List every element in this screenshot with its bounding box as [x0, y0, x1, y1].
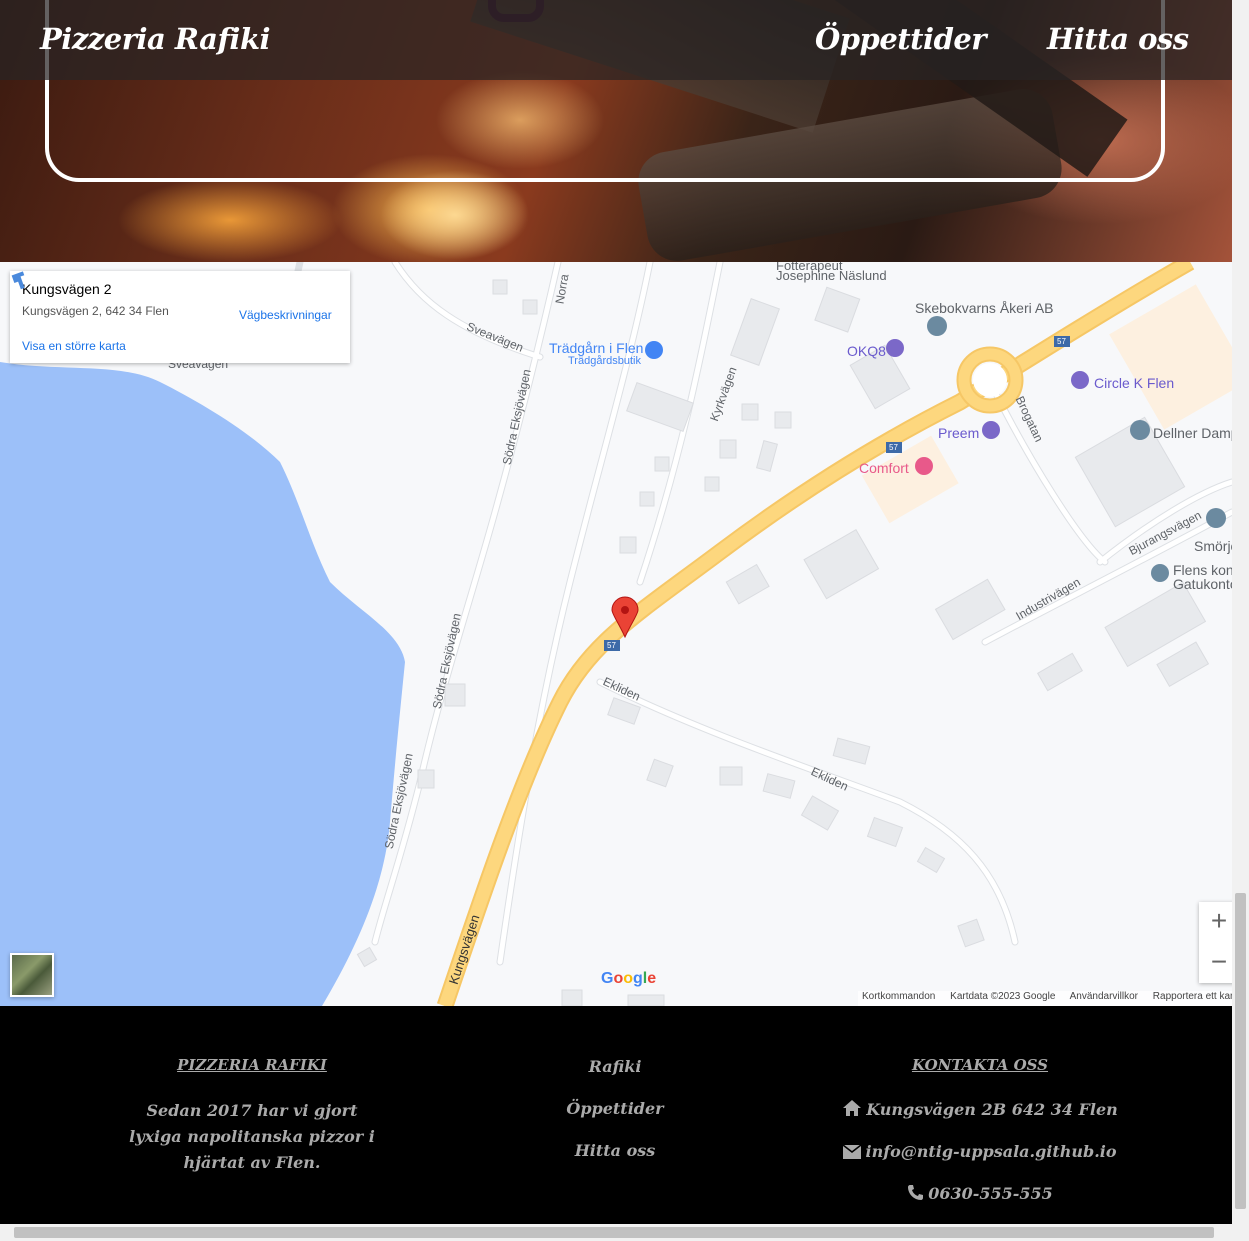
- map-canvas: [0, 262, 1232, 1006]
- footer-contact-column: KONTAKTA OSS Kungsvägen 2B 642 34 Flen i…: [830, 1056, 1130, 1206]
- poi-flens-sub: Gatukonto: [1173, 576, 1232, 592]
- place-address: Kungsvägen 2, 642 34 Flen: [22, 304, 169, 318]
- view-larger-map-link[interactable]: Visa en större karta: [22, 339, 126, 353]
- brand-logo-link[interactable]: Pizzeria Rafiki: [40, 22, 271, 56]
- footer-address-row: Kungsvägen 2B 642 34 Flen: [830, 1099, 1130, 1119]
- horizontal-scrollbar-thumb[interactable]: [14, 1227, 1214, 1238]
- map-info-card: Kungsvägen 2 Kungsvägen 2, 642 34 Flen V…: [10, 271, 350, 363]
- route-shield: 57: [1057, 337, 1066, 346]
- phone-icon: [908, 1185, 924, 1200]
- footer: PIZZERIA RAFIKI Sedan 2017 har vi gjort …: [0, 1006, 1232, 1224]
- footer-about-column: PIZZERIA RAFIKI Sedan 2017 har vi gjort …: [120, 1056, 384, 1176]
- footer-link-rafiki[interactable]: Rafiki: [515, 1057, 715, 1076]
- footer-phone-row: 0630-555-555: [830, 1184, 1130, 1203]
- keyboard-shortcuts-link[interactable]: Kortkommandon: [862, 991, 935, 1002]
- google-map[interactable]: Sveavägen Sveavägen Norra Södra Eksjöväg…: [0, 262, 1232, 1006]
- directions-link[interactable]: Vägbeskrivningar: [239, 308, 332, 322]
- terms-link[interactable]: Användarvillkor: [1070, 991, 1138, 1002]
- nav-link-oppettider[interactable]: Öppettider: [815, 22, 987, 56]
- google-logo: Google: [601, 970, 657, 987]
- footer-contact-title: KONTAKTA OSS: [911, 1056, 1049, 1074]
- vertical-scrollbar-thumb[interactable]: [1235, 893, 1246, 1209]
- zoom-out-button[interactable]: −: [1199, 943, 1232, 983]
- zoom-in-button[interactable]: +: [1199, 902, 1232, 942]
- footer-email[interactable]: info@ntig-uppsala.github.io: [865, 1142, 1116, 1161]
- map-attribution: Kortkommandon Kartdata ©2023 Google Anvä…: [858, 991, 1232, 1006]
- poi-dellner[interactable]: Dellner Damp: [1153, 425, 1232, 441]
- home-icon: [843, 1100, 862, 1116]
- zoom-controls: + −: [1199, 902, 1232, 983]
- poi-tradgard-sub: Trädgårdsbutik: [568, 355, 641, 367]
- route-shield: 57: [607, 641, 616, 650]
- map-poi-label: Josephine Näslund: [776, 268, 887, 283]
- directions-icon[interactable]: [10, 271, 30, 291]
- footer-email-row: info@ntig-uppsala.github.io: [830, 1142, 1130, 1161]
- map-data-text: Kartdata ©2023 Google: [950, 991, 1056, 1002]
- footer-about-text: Sedan 2017 har vi gjort lyxiga napolitan…: [129, 1101, 375, 1172]
- navbar: Pizzeria Rafiki Öppettider Hitta oss: [0, 0, 1232, 80]
- footer-link-hitta-oss[interactable]: Hitta oss: [515, 1141, 715, 1160]
- satellite-toggle-button[interactable]: [10, 953, 54, 997]
- report-error-link[interactable]: Rapportera ett kartfel: [1153, 991, 1232, 1002]
- footer-about-title: PIZZERIA RAFIKI: [177, 1056, 327, 1074]
- poi-smorj[interactable]: Smörjo: [1194, 538, 1232, 554]
- nav-link-hitta-oss[interactable]: Hitta oss: [1047, 22, 1189, 56]
- place-title: Kungsvägen 2: [22, 281, 112, 297]
- poi-skebokvarns[interactable]: Skebokvarns Åkeri AB: [915, 300, 1054, 316]
- route-shield: 57: [889, 443, 898, 452]
- footer-address: Kungsvägen 2B 642 34 Flen: [866, 1100, 1118, 1119]
- poi-okq8[interactable]: OKQ8: [847, 343, 886, 359]
- envelope-icon: [843, 1145, 862, 1159]
- footer-nav-column: Rafiki Öppettider Hitta oss: [515, 1056, 715, 1186]
- poi-comfort[interactable]: Comfort: [859, 460, 909, 476]
- poi-preem[interactable]: Preem: [938, 425, 979, 441]
- poi-circlek[interactable]: Circle K Flen: [1094, 375, 1174, 391]
- hero-fire-glow: [380, 170, 530, 260]
- footer-link-oppettider[interactable]: Öppettider: [515, 1099, 715, 1118]
- footer-phone[interactable]: 0630-555-555: [928, 1184, 1053, 1203]
- poi-tradgard[interactable]: Trädgårn i Flen: [549, 340, 643, 356]
